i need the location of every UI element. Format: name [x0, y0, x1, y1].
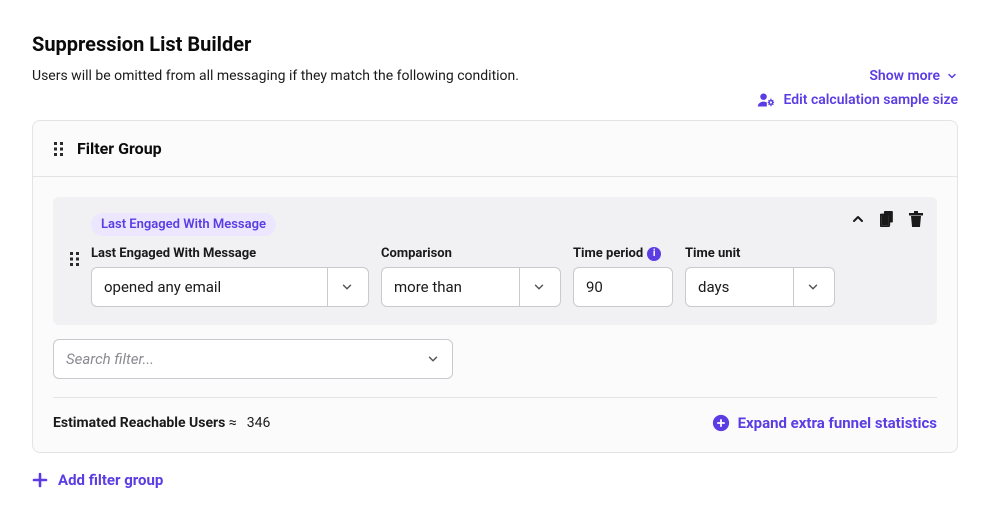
search-filter-input[interactable]: Search filter... [53, 339, 453, 379]
filter-rule: Last Engaged With Message [53, 197, 937, 325]
drag-handle-icon[interactable] [69, 251, 81, 267]
edit-calculation-button[interactable]: Edit calculation sample size [757, 92, 958, 108]
user-gear-icon [757, 92, 775, 108]
edit-calculation-label: Edit calculation sample size [783, 92, 958, 108]
comparison-select[interactable]: more than [381, 267, 561, 307]
time-period-value: 90 [586, 278, 660, 296]
page-title: Suppression List Builder [32, 32, 958, 56]
add-filter-group-label: Add filter group [58, 471, 163, 489]
delete-button[interactable] [909, 211, 923, 227]
collapse-button[interactable] [850, 211, 866, 227]
filter-group-header: Filter Group [33, 121, 957, 177]
page-subtitle: Users will be omitted from all messaging… [32, 68, 519, 84]
copy-button[interactable] [880, 211, 895, 227]
reachable-users-label: Estimated Reachable Users [53, 415, 225, 431]
show-more-button[interactable]: Show more [869, 68, 958, 84]
time-unit-value: days [698, 278, 783, 296]
add-filter-group-button[interactable]: Add filter group [32, 471, 958, 489]
plus-circle-icon [712, 414, 730, 432]
plus-icon [32, 472, 48, 488]
show-more-label: Show more [869, 68, 940, 84]
comparison-value: more than [394, 278, 509, 296]
expand-stats-label: Expand extra funnel statistics [738, 414, 937, 432]
comparison-label: Comparison [381, 246, 561, 261]
chevron-down-icon [530, 280, 548, 294]
engage-select[interactable]: opened any email [91, 267, 369, 307]
filter-group-title: Filter Group [77, 139, 162, 158]
info-icon[interactable]: i [647, 247, 661, 261]
chevron-down-icon [426, 352, 440, 366]
drag-handle-icon[interactable] [53, 141, 65, 157]
time-unit-select[interactable]: days [685, 267, 835, 307]
chevron-down-icon [946, 70, 958, 82]
time-period-input[interactable]: 90 [573, 267, 673, 307]
chevron-down-icon [338, 280, 356, 294]
reachable-users-stat: Estimated Reachable Users ≈ 346 [53, 415, 270, 431]
search-placeholder: Search filter... [66, 350, 154, 368]
rule-chip: Last Engaged With Message [91, 213, 276, 236]
time-period-label: Time period i [573, 246, 673, 261]
expand-stats-button[interactable]: Expand extra funnel statistics [712, 414, 937, 432]
chevron-down-icon [804, 280, 822, 294]
reachable-users-value: 346 [247, 415, 271, 431]
engage-value: opened any email [104, 278, 317, 296]
filter-group-card: Filter Group Last Engaged With Message [32, 120, 958, 453]
engage-label: Last Engaged With Message [91, 246, 369, 261]
time-unit-label: Time unit [685, 246, 835, 261]
